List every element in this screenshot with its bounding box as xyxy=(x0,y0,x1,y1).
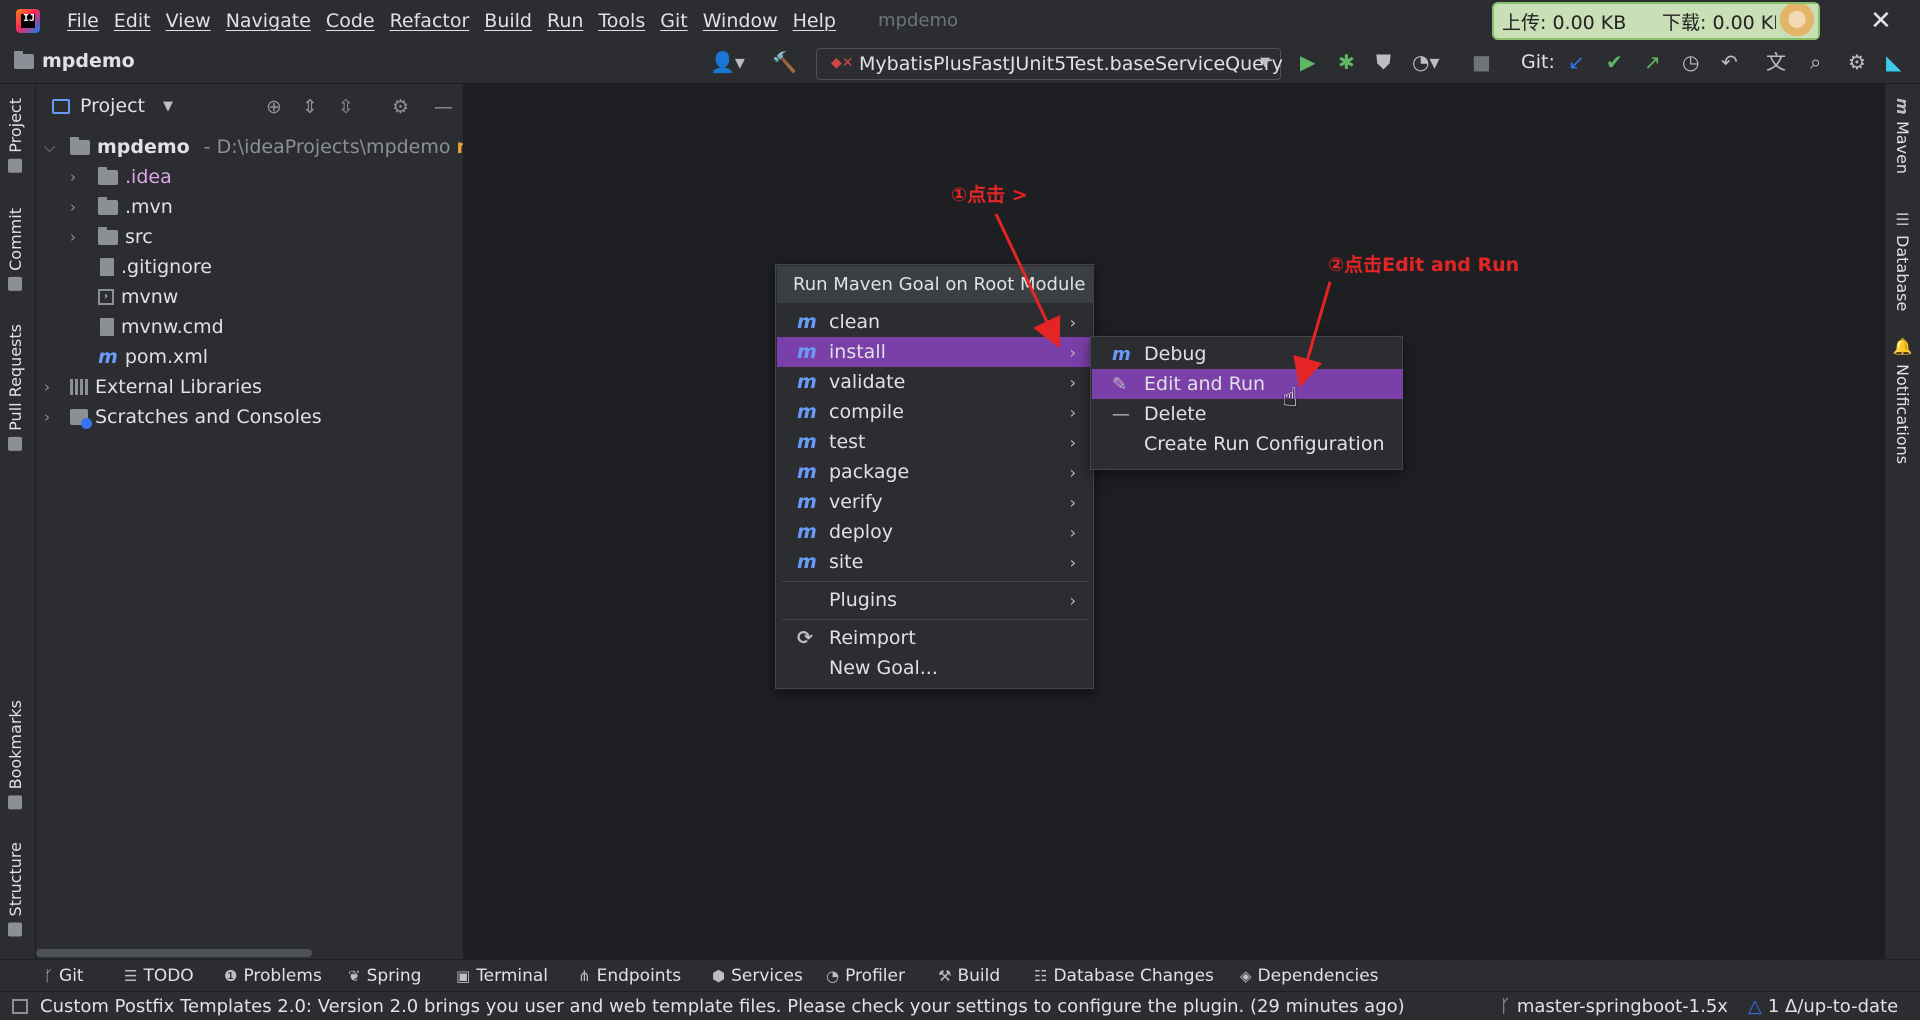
warning-triangle-icon: △ xyxy=(1748,996,1762,1017)
tab-profiler[interactable]: ◔ Profiler xyxy=(826,966,905,986)
tab-database-changes[interactable]: ☷ Database Changes xyxy=(1034,966,1214,986)
tab-label: Terminal xyxy=(476,966,549,986)
annotation-arrow-2 xyxy=(1293,281,1332,388)
tab-label: Build xyxy=(957,966,1001,986)
annotation-arrow-1 xyxy=(994,213,1061,349)
tab-label: Endpoints xyxy=(596,966,682,986)
git-branch-icon: ᚴ xyxy=(44,967,54,985)
git-branch-widget[interactable]: ᚴ master-springboot-1.5x xyxy=(1500,996,1728,1017)
tab-label: Database Changes xyxy=(1053,966,1214,986)
layers-icon: ◈ xyxy=(1240,967,1252,985)
status-bar: Custom Postfix Templates 2.0: Version 2.… xyxy=(0,991,1920,1020)
sync-status-widget[interactable]: △ 1 Δ/up-to-date xyxy=(1748,996,1898,1017)
hammer-icon: ⚒ xyxy=(938,967,952,985)
tab-label: TODO xyxy=(143,966,194,986)
git-branch-icon: ᚴ xyxy=(1500,996,1511,1017)
tab-todo[interactable]: ☰ TODO xyxy=(124,966,194,986)
bottom-tool-bar: ᚴ Git ☰ TODO ❶ Problems ❦ Spring ▣ Terminal ⋔… xyxy=(0,959,1920,991)
tab-spring[interactable]: ❦ Spring xyxy=(348,966,421,986)
tab-problems[interactable]: ❶ Problems xyxy=(224,966,322,986)
info-icon: ❶ xyxy=(224,967,238,985)
sync-status: 1 Δ/up-to-date xyxy=(1767,996,1899,1017)
tab-services[interactable]: ⬢ Services xyxy=(712,966,803,986)
tab-endpoints[interactable]: ⋔ Endpoints xyxy=(578,966,681,986)
tab-terminal[interactable]: ▣ Terminal xyxy=(456,966,548,986)
database-icon: ☷ xyxy=(1034,967,1048,985)
list-icon: ☰ xyxy=(124,967,138,985)
tab-label: Problems xyxy=(243,966,322,986)
tab-label: Spring xyxy=(366,966,422,986)
annotation-arrows xyxy=(994,213,1332,388)
tab-label: Dependencies xyxy=(1257,966,1379,986)
services-icon: ⬢ xyxy=(712,967,726,985)
profiler-icon: ◔ xyxy=(826,967,840,985)
tab-build[interactable]: ⚒ Build xyxy=(938,966,1000,986)
tab-git[interactable]: ᚴ Git xyxy=(44,966,84,986)
endpoints-icon: ⋔ xyxy=(578,967,591,985)
tab-label: Services xyxy=(731,966,803,986)
status-message[interactable]: Custom Postfix Templates 2.0: Version 2.… xyxy=(40,996,1405,1017)
tab-label: Git xyxy=(59,966,84,986)
toggle-tool-windows-icon[interactable] xyxy=(12,999,28,1014)
tab-label: Profiler xyxy=(845,966,905,986)
hand-cursor-icon: ☝ xyxy=(1282,383,1298,413)
branch-name: master-springboot-1.5x xyxy=(1516,996,1728,1017)
spring-leaf-icon: ❦ xyxy=(348,967,361,985)
tab-dependencies[interactable]: ◈ Dependencies xyxy=(1240,966,1379,986)
terminal-icon: ▣ xyxy=(456,967,471,985)
